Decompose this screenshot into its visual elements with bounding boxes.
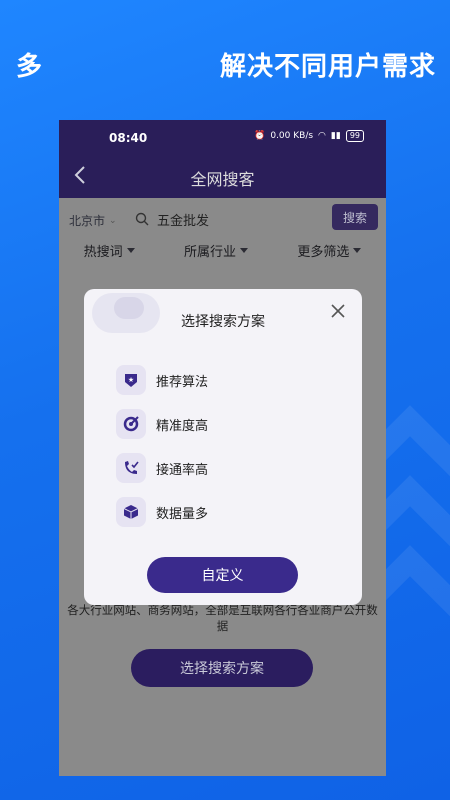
option-high-connect-rate[interactable]: 接通率高 bbox=[116, 453, 208, 483]
option-label: 数据量多 bbox=[156, 506, 209, 522]
phone-check-icon bbox=[116, 453, 146, 483]
option-high-precision[interactable]: 精准度高 bbox=[116, 409, 208, 439]
search-value: 五金批发 bbox=[157, 213, 210, 229]
dropdown-icon bbox=[126, 247, 135, 253]
nav-bar: 全网搜客 bbox=[59, 154, 386, 198]
filter-label: 热搜词 bbox=[83, 244, 123, 260]
dropdown-icon bbox=[240, 247, 248, 253]
modal-title: 选择搜索方案 bbox=[181, 314, 265, 330]
custom-button[interactable]: 自定义 bbox=[147, 557, 298, 593]
promo-headline-right: 解决不同用户需求 bbox=[219, 52, 436, 82]
status-time: 08:40 bbox=[109, 131, 148, 145]
filter-industry[interactable]: 所属行业 bbox=[184, 236, 248, 264]
option-label: 接通率高 bbox=[156, 462, 209, 478]
data-source-description: 各大行业网站、商务网站，全部是互联网各行各业商户公开数据 bbox=[67, 603, 378, 633]
status-bar: 08:40 ⏰ 0.00 KB/s ◠ ▮▮ 99 bbox=[59, 120, 386, 154]
filter-hot-keywords[interactable]: 热搜词 bbox=[84, 236, 135, 264]
city-selector[interactable]: 北京市 ⌄ bbox=[69, 212, 117, 229]
search-button[interactable]: 搜索 bbox=[332, 204, 378, 230]
option-more-data[interactable]: 数据量多 bbox=[116, 497, 208, 527]
choose-plan-button[interactable]: 选择搜索方案 bbox=[131, 649, 313, 687]
svg-text:★: ★ bbox=[128, 376, 134, 384]
filter-bar: 热搜词 所属行业 更多筛选 bbox=[59, 236, 386, 264]
city-label: 北京市 bbox=[69, 214, 106, 228]
status-icons: ⏰ 0.00 KB/s ◠ ▮▮ 99 bbox=[254, 130, 364, 142]
shield-star-icon: ★ bbox=[116, 365, 146, 395]
signal-icon: ▮▮ bbox=[330, 131, 341, 141]
filter-label: 所属行业 bbox=[183, 244, 236, 260]
option-recommend-algorithm[interactable]: ★ 推荐算法 bbox=[116, 365, 208, 395]
dropdown-icon bbox=[353, 247, 362, 253]
filter-label: 更多筛选 bbox=[297, 244, 350, 260]
option-label: 精准度高 bbox=[156, 418, 209, 434]
wifi-icon: ◠ bbox=[318, 131, 326, 141]
chevron-down-icon: ⌄ bbox=[109, 215, 117, 226]
promo-headline-left: 多 bbox=[16, 52, 43, 82]
search-plan-modal: 选择搜索方案 ★ 推荐算法 精准度高 接通率高 数据量多 自定义 bbox=[84, 289, 362, 605]
search-input[interactable]: 五金批发 bbox=[127, 204, 317, 234]
close-icon[interactable] bbox=[330, 303, 346, 319]
option-label: 推荐算法 bbox=[156, 374, 209, 390]
alarm-icon: ⏰ bbox=[254, 131, 266, 141]
battery-icon: 99 bbox=[345, 130, 364, 142]
cube-icon bbox=[116, 497, 146, 527]
search-icon bbox=[135, 212, 149, 226]
target-icon bbox=[116, 409, 146, 439]
net-speed: 0.00 KB/s bbox=[270, 131, 314, 141]
page-title: 全网搜客 bbox=[190, 170, 255, 189]
filter-more[interactable]: 更多筛选 bbox=[297, 236, 362, 264]
